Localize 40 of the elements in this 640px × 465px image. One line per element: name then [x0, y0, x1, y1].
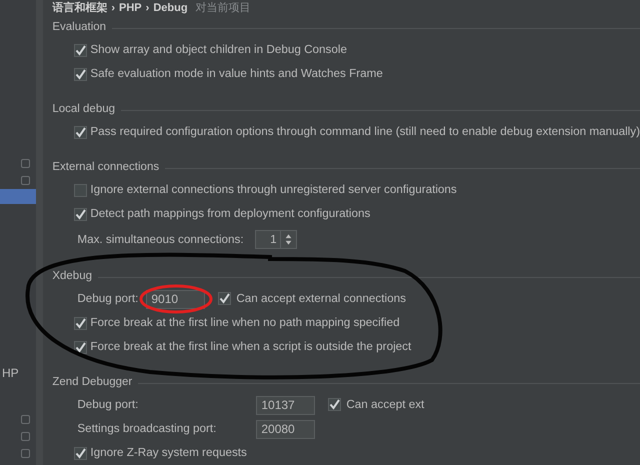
checkbox[interactable]	[74, 316, 88, 330]
checkbox-label: Force break at the first line when a script is outside the project	[90, 339, 412, 356]
checkbox[interactable]	[328, 398, 342, 412]
port-field[interactable]: 9010	[146, 290, 206, 308]
checkbox-label: Ignore external connections through unregistered server configurations	[90, 182, 457, 198]
section-title: Local debug	[52, 102, 116, 118]
checkbox[interactable]	[74, 208, 88, 220]
breadcrumb-separator: ›	[146, 0, 150, 16]
checkbox-label: Can accept ext	[346, 397, 424, 414]
checkbox[interactable]	[74, 446, 88, 460]
sidebar-item[interactable]: HP	[0, 364, 36, 381]
section-title: Evaluation	[52, 20, 106, 36]
checkbox-label: Pass required configuration options through command line (still need to enable debug extension manually)	[90, 124, 640, 140]
breadcrumb-item[interactable]: PHP	[119, 0, 142, 16]
breadcrumb-separator: ›	[111, 0, 116, 16]
field-label: Max. simultaneous connections:	[77, 232, 244, 248]
field-label: Settings broadcasting port:	[77, 421, 218, 438]
breadcrumb-item[interactable]: Debug	[153, 0, 188, 16]
checkbox-label: Safe evaluation mode in value hints and Watches Frame	[90, 66, 383, 82]
port-field[interactable]: 20080	[256, 420, 316, 438]
port-field[interactable]: 10137	[256, 396, 316, 414]
checkbox-label: Ignore Z-Ray system requests	[90, 445, 247, 462]
checkbox[interactable]	[74, 340, 88, 354]
checkbox[interactable]	[74, 68, 88, 80]
checkbox[interactable]	[218, 292, 232, 306]
checkbox[interactable]	[74, 126, 88, 138]
number-spinner[interactable]: 1	[254, 230, 297, 249]
checkbox-label: Force break at the first line when no path mapping specified	[90, 315, 400, 332]
checkbox[interactable]	[74, 44, 88, 56]
section-title: Zend Debugger	[52, 375, 132, 390]
checkbox-label: Show array and object children in Debug Console	[90, 42, 347, 58]
field-label: Debug port:	[77, 291, 140, 308]
section-title: Xdebug	[52, 269, 92, 284]
section-title: External connections	[52, 160, 160, 176]
field-label: Debug port:	[77, 397, 140, 414]
breadcrumb-item[interactable]: 语言和框架	[52, 0, 108, 16]
scope-label: 对当前项目	[196, 0, 251, 16]
checkbox-label: Detect path mappings from deployment configurations	[90, 206, 370, 222]
checkbox[interactable]	[74, 184, 88, 196]
checkbox-label: Can accept external connections	[236, 291, 406, 308]
